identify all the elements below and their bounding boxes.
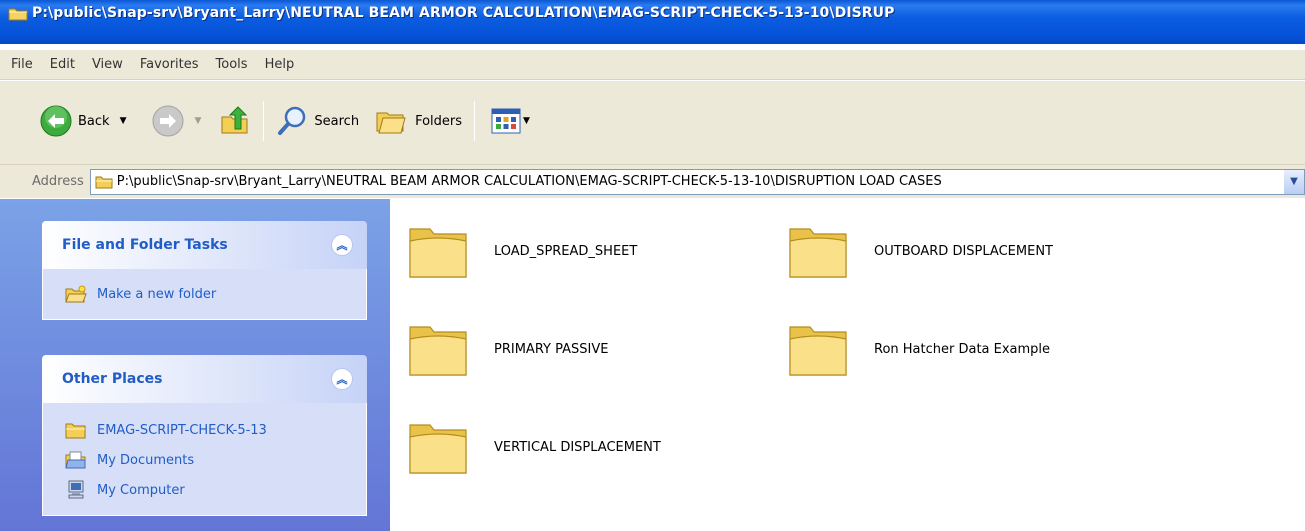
- folder-icon: [409, 326, 467, 376]
- menu-favorites[interactable]: Favorites: [137, 55, 202, 74]
- other-places-header[interactable]: Other Places ︽: [42, 355, 367, 403]
- my-computer-icon: [68, 480, 84, 499]
- up-folder-icon: [221, 106, 248, 134]
- other-places-title: Other Places: [62, 371, 163, 387]
- toolbar-separator: [263, 101, 265, 141]
- views-icon: [491, 108, 521, 134]
- forward-arrow-icon: [152, 105, 184, 137]
- folder-item[interactable]: PRIMARY PASSIVE: [408, 319, 608, 379]
- toolbar: Back ▼ ▼ Search Folders ▼: [0, 80, 1305, 164]
- menu-view[interactable]: View: [89, 55, 126, 74]
- new-folder-icon: [65, 285, 87, 303]
- toolbar-separator: [474, 101, 476, 141]
- search-icon: [278, 106, 306, 135]
- folder-item[interactable]: OUTBOARD DISPLACEMENT: [788, 221, 1053, 281]
- address-value: P:\public\Snap-srv\Bryant_Larry\NEUTRAL …: [116, 174, 942, 189]
- file-list-pane: LOAD_SPREAD_SHEET OUTBOARD DISPLACEMENT …: [390, 199, 1305, 531]
- address-dropdown-icon[interactable]: ▼: [1284, 169, 1304, 194]
- other-place-parent-folder[interactable]: EMAG-SCRIPT-CHECK-5-13: [65, 415, 366, 445]
- chevron-up-icon[interactable]: ︽: [331, 368, 353, 390]
- views-button[interactable]: ▼: [487, 101, 534, 141]
- file-folder-tasks-header[interactable]: File and Folder Tasks ︽: [42, 221, 367, 269]
- search-label: Search: [314, 113, 360, 129]
- other-place-label: My Computer: [97, 482, 185, 498]
- back-arrow-icon: [40, 105, 72, 137]
- folder-icon: [409, 228, 467, 278]
- other-places-panel: Other Places ︽ EMAG-SCRIPT-CHECK-5-13 My…: [42, 355, 367, 516]
- menu-file[interactable]: File: [8, 55, 36, 74]
- address-label: Address: [32, 174, 84, 189]
- address-bar: Address P:\public\Snap-srv\Bryant_Larry\…: [0, 164, 1305, 198]
- views-dropdown-icon[interactable]: ▼: [523, 116, 530, 126]
- folder-item[interactable]: LOAD_SPREAD_SHEET: [408, 221, 637, 281]
- folders-button[interactable]: Folders: [371, 101, 466, 141]
- folder-icon: [95, 176, 113, 188]
- folders-label: Folders: [415, 113, 463, 129]
- folder-name: PRIMARY PASSIVE: [494, 341, 609, 357]
- other-place-label: EMAG-SCRIPT-CHECK-5-13: [97, 422, 267, 438]
- file-folder-tasks-panel: File and Folder Tasks ︽ Make a new folde…: [42, 221, 367, 320]
- forward-button[interactable]: ▼: [148, 101, 205, 141]
- make-new-folder-link[interactable]: Make a new folder: [65, 279, 366, 309]
- forward-dropdown-icon[interactable]: ▼: [194, 116, 201, 126]
- search-button[interactable]: Search: [272, 101, 363, 141]
- window-title: P:\public\Snap-srv\Bryant_Larry\NEUTRAL …: [32, 5, 895, 21]
- folder-icon: [65, 423, 86, 439]
- menu-edit[interactable]: Edit: [47, 55, 78, 74]
- my-documents-icon: [65, 451, 86, 469]
- other-place-label: My Documents: [97, 452, 195, 468]
- folder-name: VERTICAL DISPLACEMENT: [494, 439, 661, 455]
- address-input[interactable]: P:\public\Snap-srv\Bryant_Larry\NEUTRAL …: [89, 168, 1305, 195]
- back-button[interactable]: Back ▼: [36, 101, 130, 141]
- title-bar[interactable]: P:\public\Snap-srv\Bryant_Larry\NEUTRAL …: [0, 0, 1305, 44]
- chevron-up-icon[interactable]: ︽: [331, 234, 353, 256]
- folder-icon: [789, 228, 847, 278]
- back-label: Back: [78, 113, 110, 129]
- back-dropdown-icon[interactable]: ▼: [120, 116, 127, 126]
- file-folder-tasks-title: File and Folder Tasks: [62, 237, 228, 253]
- folders-icon: [376, 112, 406, 134]
- folder-item[interactable]: Ron Hatcher Data Example: [788, 319, 1050, 379]
- up-folder-button[interactable]: [215, 101, 255, 141]
- menu-tools[interactable]: Tools: [213, 55, 251, 74]
- task-pane: File and Folder Tasks ︽ Make a new folde…: [0, 199, 390, 531]
- menu-help[interactable]: Help: [262, 55, 298, 74]
- other-place-my-computer[interactable]: My Computer: [65, 475, 366, 505]
- folder-name: OUTBOARD DISPLACEMENT: [874, 243, 1053, 259]
- folder-name: LOAD_SPREAD_SHEET: [494, 243, 638, 259]
- other-places-body: EMAG-SCRIPT-CHECK-5-13 My Documents My C…: [42, 403, 367, 516]
- folder-icon: [409, 424, 467, 474]
- folder-icon: [789, 326, 847, 376]
- make-new-folder-label: Make a new folder: [97, 286, 217, 302]
- folder-item[interactable]: VERTICAL DISPLACEMENT: [408, 417, 661, 477]
- other-place-my-documents[interactable]: My Documents: [65, 445, 366, 475]
- folder-icon: [8, 8, 28, 20]
- menu-bar: File Edit View Favorites Tools Help: [0, 50, 1305, 80]
- file-folder-tasks-body: Make a new folder: [42, 269, 367, 320]
- folder-name: Ron Hatcher Data Example: [874, 341, 1051, 357]
